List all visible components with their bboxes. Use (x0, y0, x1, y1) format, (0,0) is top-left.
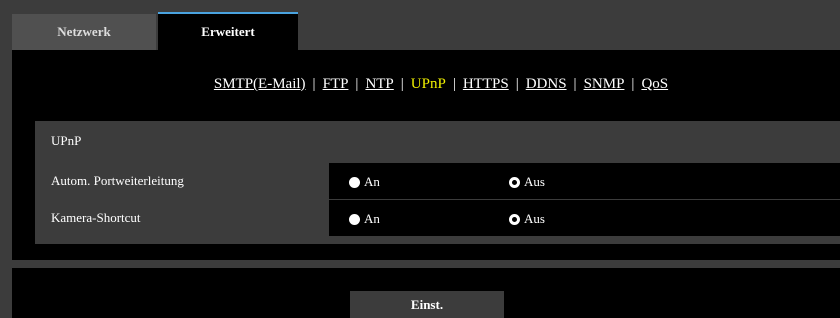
subnav-separator: | (400, 76, 404, 92)
subnav-separator: | (573, 76, 577, 92)
radio-label: Aus (524, 174, 545, 189)
tab-netzwerk[interactable]: Netzwerk (12, 14, 156, 50)
setting-row-port-forwarding: Autom. Portweiterleitung An Aus (35, 163, 840, 199)
main-panel: SMTP(E-Mail) | FTP | NTP | UPnP | HTTPS | DDNS | SNM… (12, 50, 840, 260)
setting-label: Kamera-Shortcut (51, 210, 141, 225)
section-header: UPnP (35, 121, 840, 161)
subnav-link-upnp[interactable]: UPnP (411, 76, 446, 92)
footer-panel: Einst. (12, 268, 840, 318)
radio-port-forwarding-on[interactable]: An (349, 174, 380, 190)
subnav-separator: | (515, 76, 519, 92)
radio-camera-shortcut-off[interactable]: Aus (509, 211, 545, 227)
radio-selected-icon (509, 213, 520, 225)
section-divider (12, 260, 840, 268)
radio-unselected-icon (349, 176, 360, 188)
subnav-link-qos[interactable]: QoS (641, 76, 668, 92)
radio-label: Aus (524, 211, 545, 226)
setting-value-cell: An Aus (329, 163, 840, 199)
setting-row-camera-shortcut: Kamera-Shortcut An Aus (35, 200, 840, 236)
subnav-separator: | (452, 76, 456, 92)
subnav-link-https[interactable]: HTTPS (463, 76, 509, 92)
radio-camera-shortcut-on[interactable]: An (349, 211, 380, 227)
sub-navigation: SMTP(E-Mail) | FTP | NTP | UPnP | HTTPS | DDNS | SNM… (12, 76, 840, 93)
subnav-link-ddns[interactable]: DDNS (526, 76, 567, 92)
subnav-link-ntp[interactable]: NTP (365, 76, 393, 92)
upnp-settings-box: UPnP Autom. Portweiterleitung An Aus Kam… (35, 121, 840, 244)
subnav-link-smtp[interactable]: SMTP(E-Mail) (214, 76, 306, 92)
subnav-link-ftp[interactable]: FTP (323, 76, 349, 92)
subnav-separator: | (312, 76, 316, 92)
section-title: UPnP (51, 133, 82, 148)
radio-port-forwarding-off[interactable]: Aus (509, 174, 545, 190)
radio-label: An (364, 211, 380, 226)
setting-label: Autom. Portweiterleitung (51, 173, 184, 188)
set-button[interactable]: Einst. (350, 291, 504, 318)
subnav-separator: | (355, 76, 359, 92)
setting-value-cell: An Aus (329, 200, 840, 236)
subnav-separator: | (631, 76, 635, 92)
tab-erweitert[interactable]: Erweitert (158, 12, 298, 50)
subnav-link-snmp[interactable]: SNMP (584, 76, 625, 92)
radio-selected-icon (509, 176, 520, 188)
radio-unselected-icon (349, 213, 360, 225)
radio-label: An (364, 174, 380, 189)
tab-bar: Netzwerk Erweitert (0, 0, 840, 50)
